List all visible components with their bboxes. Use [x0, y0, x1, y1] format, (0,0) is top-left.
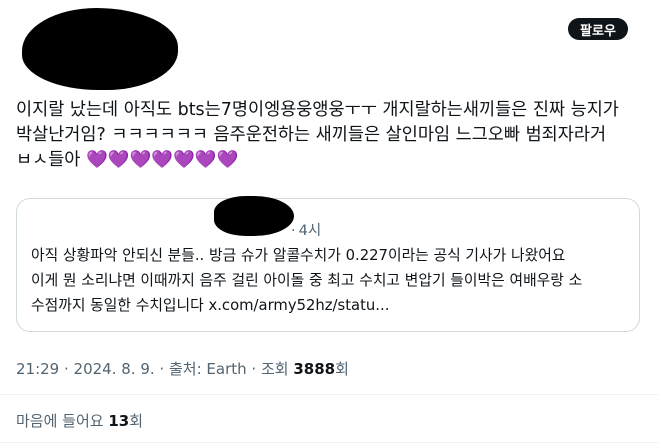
source-value: Earth — [206, 360, 247, 378]
post-date[interactable]: 2024. 8. 9. — [74, 360, 155, 378]
meta-separator: · — [154, 360, 169, 378]
redacted-quote-author — [214, 196, 294, 236]
views-unit: 회 — [335, 360, 349, 378]
likes-summary[interactable]: 마음에 들어요 13회 — [16, 410, 143, 431]
divider — [0, 442, 658, 443]
likes-count: 13 — [108, 412, 130, 430]
likes-label: 마음에 들어요 — [16, 412, 109, 430]
quoted-time-value: 4시 — [298, 223, 322, 239]
purple-hearts-emoji: 💜💜💜💜💜💜💜 — [85, 150, 239, 170]
quoted-tweet-card[interactable]: · 4시 아직 상황파악 안되신 분들.. 방금 슈가 알콜수치가 0.227이라… — [16, 198, 640, 332]
quoted-tweet-text: 아직 상황파악 안되신 분들.. 방금 슈가 알콜수치가 0.227이라는 공식… — [31, 247, 583, 314]
quoted-tweet-time: · 4시 — [291, 219, 321, 240]
redacted-author-area — [22, 8, 178, 90]
time-separator: · — [291, 223, 296, 239]
meta-separator: · — [246, 360, 261, 378]
source-label: 출처: — [168, 360, 207, 378]
views-count: 3888 — [293, 360, 336, 378]
follow-button[interactable]: 팔로우 — [568, 18, 628, 40]
tweet-metadata: 21:29 · 2024. 8. 9. · 출처: Earth · 조회 388… — [16, 358, 349, 379]
post-time[interactable]: 21:29 — [16, 360, 59, 378]
likes-unit: 회 — [129, 412, 144, 430]
meta-separator: · — [59, 360, 74, 378]
views-label: 조회 — [260, 360, 294, 378]
tweet-text: 이지랄 났는데 아직도 bts는7명이엥용웅앵웅ㅜㅜ 개지랄하는새끼들은 진짜 … — [16, 98, 646, 173]
divider — [0, 394, 658, 395]
